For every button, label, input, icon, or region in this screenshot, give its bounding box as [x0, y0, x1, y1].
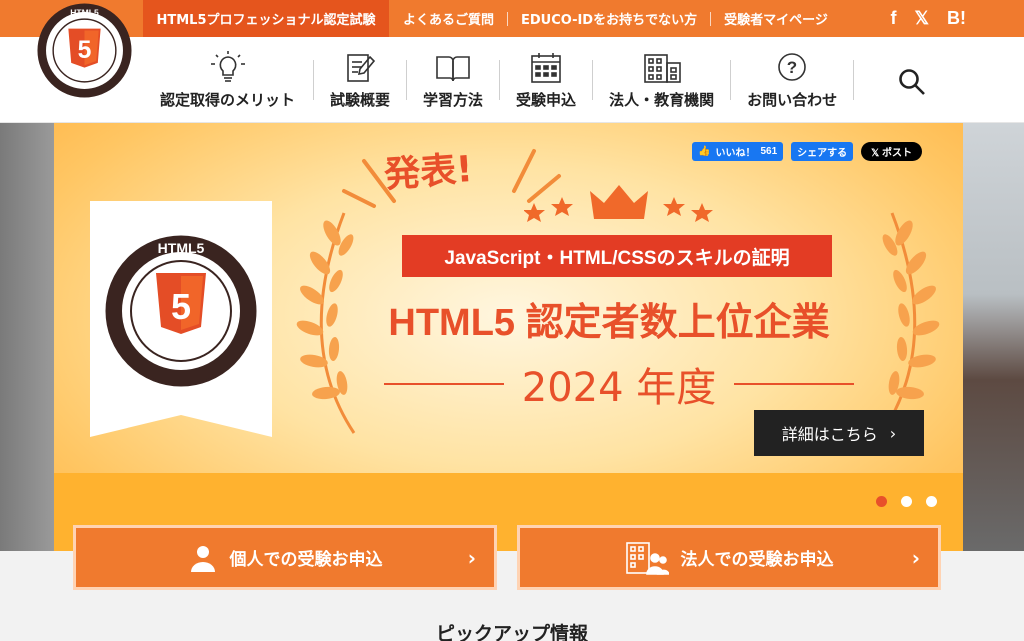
chevron-right-icon: › — [889, 423, 897, 443]
share-buttons: 👍 いいね！ 561 シェアする 𝕏 ポスト — [692, 142, 922, 161]
corporate-apply-label: 法人での受験お申込 — [680, 550, 834, 570]
next-slide-peek — [963, 123, 1024, 551]
document-edit-icon — [347, 53, 376, 82]
x-icon[interactable]: 𝕏 — [914, 8, 929, 29]
thumbs-up-icon: 👍 — [698, 146, 711, 157]
nav-item-apply[interactable]: 受験申込 — [500, 37, 592, 123]
carousel-dot[interactable] — [876, 496, 887, 507]
divider — [734, 383, 855, 385]
corporate-apply-button[interactable]: 法人での受験お申込 › — [517, 525, 941, 590]
top-link-educo-id[interactable]: EDUCO-IDをお持ちでない方 — [508, 9, 710, 28]
hero-carousel: 5 HTML5 👍 いいね！ 561 シェアする 𝕏 ポスト 発表! JavaS… — [0, 123, 1024, 551]
nav-item-label: 認定取得のメリット — [160, 90, 296, 109]
badge-top-text: HTML5 — [158, 240, 205, 256]
carousel-dot[interactable] — [926, 496, 937, 507]
details-button[interactable]: 詳細はこちら › — [754, 410, 924, 456]
logo-top-text: HTML5 — [70, 7, 99, 17]
svg-text:?: ? — [787, 58, 797, 77]
personal-apply-button[interactable]: 個人での受験お申込 › — [73, 525, 497, 590]
top-link-mypage[interactable]: 受験者マイページ — [711, 9, 841, 28]
like-count: 561 — [760, 146, 778, 157]
personal-apply-label: 個人での受験お申込 — [229, 550, 383, 570]
certification-badge: 5 HTML5 — [90, 201, 272, 437]
nav-item-label: 法人・教育機関 — [609, 90, 715, 109]
question-icon: ? — [778, 52, 806, 81]
crown-icon — [524, 185, 713, 222]
top-bar: HTML5プロフェッショナル認定試験 よくあるご質問 EDUCO-IDをお持ちで… — [0, 0, 1024, 37]
nav-item-label: 試験概要 — [330, 90, 391, 109]
nav-items: 認定取得のメリット 試験概要 学習方法 受験申込 法人・教育機関 ? お問い合わ… — [150, 37, 855, 123]
calendar-icon — [531, 52, 561, 83]
main-nav: 認定取得のメリット 試験概要 学習方法 受験申込 法人・教育機関 ? お問い合わ… — [0, 37, 1024, 123]
carousel-dot[interactable] — [901, 496, 912, 507]
facebook-like-button[interactable]: 👍 いいね！ 561 — [692, 142, 784, 161]
chevron-right-icon: › — [467, 546, 476, 570]
nav-item-overview[interactable]: 試験概要 — [314, 37, 406, 123]
year-line: 2024 年度 — [384, 355, 855, 413]
facebook-icon[interactable]: f — [890, 8, 896, 29]
announce-text: 発表! — [382, 148, 474, 197]
skills-ribbon: JavaScript・HTML/CSSのスキルの証明 — [402, 235, 832, 277]
html5-certification-logo[interactable]: 5 HTML5 — [37, 3, 132, 98]
lightbulb-icon — [210, 50, 245, 82]
building-icon — [643, 53, 681, 83]
x-post-button[interactable]: 𝕏 ポスト — [861, 142, 922, 161]
badge-digit: 5 — [171, 286, 191, 327]
divider — [384, 383, 504, 385]
top-link-faq[interactable]: よくあるご質問 — [390, 9, 507, 28]
nav-item-label: 受験申込 — [516, 90, 577, 109]
nav-item-study[interactable]: 学習方法 — [407, 37, 499, 123]
nav-item-corporate[interactable]: 法人・教育機関 — [593, 37, 730, 123]
details-label: 詳細はこちら — [781, 425, 878, 444]
logo-digit: 5 — [78, 37, 92, 64]
top-current-site[interactable]: HTML5プロフェッショナル認定試験 — [143, 0, 389, 37]
open-book-icon — [436, 55, 470, 81]
nav-item-contact[interactable]: ? お問い合わせ — [731, 37, 853, 123]
hero-headline: HTML5 認定者数上位企業 — [388, 302, 830, 344]
nav-item-merits[interactable]: 認定取得のメリット — [150, 37, 313, 123]
nav-item-label: お問い合わせ — [747, 90, 838, 109]
chevron-right-icon: › — [911, 546, 920, 570]
prev-slide-peek — [0, 123, 54, 551]
corporate-people-icon — [625, 541, 669, 575]
social-links: f 𝕏 B! — [890, 0, 966, 37]
facebook-share-button[interactable]: シェアする — [791, 142, 854, 161]
pickup-heading: ピックアップ情報 — [435, 623, 588, 641]
divider — [853, 60, 855, 100]
nav-item-label: 学習方法 — [423, 90, 484, 109]
carousel-dots — [876, 496, 937, 507]
person-icon — [190, 545, 215, 572]
top-links: よくあるご質問 EDUCO-IDをお持ちでない方 受験者マイページ — [390, 0, 841, 37]
hero-year: 2024 年度 — [521, 365, 717, 411]
like-label: いいね！ — [715, 148, 756, 159]
hero-slide[interactable]: 5 HTML5 👍 いいね！ 561 シェアする 𝕏 ポスト 発表! JavaS… — [54, 123, 963, 551]
search-icon[interactable] — [897, 67, 927, 97]
hatena-bookmark-icon[interactable]: B! — [947, 8, 966, 29]
